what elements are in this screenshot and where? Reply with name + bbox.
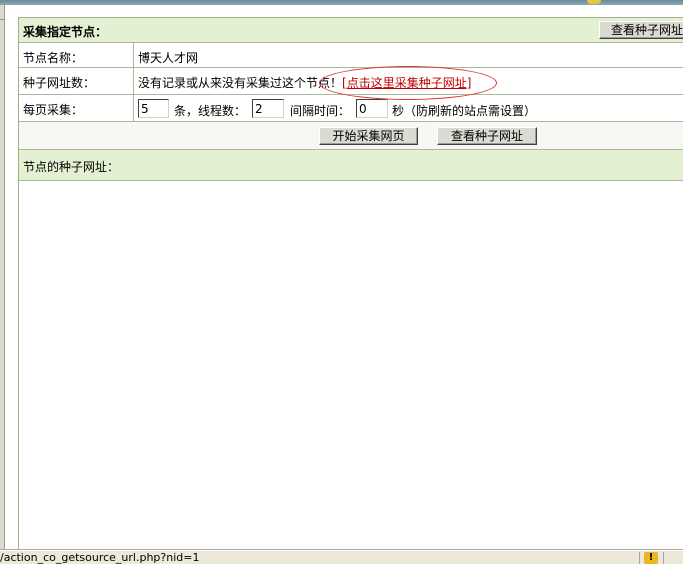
interval-unit: 秒（防刷新的站点需设置） [392,104,537,118]
view-seed-urls-button[interactable]: 查看种子网址 [437,127,537,145]
seed-count-row: 种子网址数： 没有记录或从来没有采集过这个节点！[点击这里采集种子网址] [19,68,683,95]
threads-input[interactable] [252,99,284,118]
status-bar: /action_co_getsource_url.php?nid=1 ! [0,550,683,564]
seed-urls-content [19,181,683,552]
status-url: /action_co_getsource_url.php?nid=1 [0,551,200,564]
title-bar-ornament [587,0,601,4]
interval-input[interactable] [356,99,388,118]
node-name-label: 节点名称： [23,51,84,65]
actions-row: 开始采集网页 查看种子网址 [19,122,683,150]
seed-urls-header: 节点的种子网址： [19,150,683,181]
window-title-bar [0,0,683,5]
per-page-label: 每页采集： [23,103,84,117]
per-page-unit: 条，线程数： [174,104,247,118]
seed-urls-title: 节点的种子网址： [23,160,120,174]
start-collect-button[interactable]: 开始采集网页 [319,127,418,145]
per-page-row: 每页采集： 条，线程数： 间隔时间： 秒（防刷新的站点需设置） [19,95,683,122]
warning-icon[interactable]: ! [644,552,658,564]
collect-seed-urls-link[interactable]: [点击这里采集种子网址] [342,76,471,90]
node-name-row: 节点名称： 博天人才网 [19,43,683,68]
node-name-value: 博天人才网 [138,51,199,65]
view-seed-urls-top-button[interactable]: 查看种子网址 [599,21,683,39]
header-row: 采集指定节点： 查看种子网址 [19,18,683,43]
per-page-input[interactable] [138,99,169,118]
left-frame-border [0,5,5,550]
interval-label: 间隔时间： [290,104,351,118]
seed-count-message: 没有记录或从来没有采集过这个节点！ [138,76,343,90]
collect-node-panel: 采集指定节点： 查看种子网址 节点名称： 博天人才网 种子网址数： 没有记录或从… [18,17,683,553]
page-title: 采集指定节点： [23,25,108,39]
seed-count-label: 种子网址数： [23,76,96,90]
